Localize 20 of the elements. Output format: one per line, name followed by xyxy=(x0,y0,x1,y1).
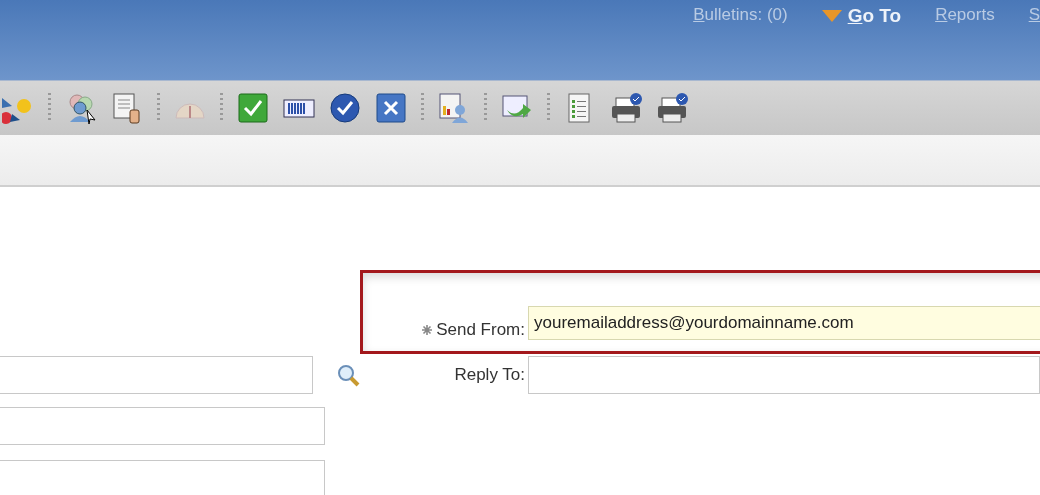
nav-link[interactable]: Reports xyxy=(935,5,995,25)
field-label: Reply To: xyxy=(453,365,526,385)
input-field[interactable] xyxy=(0,356,313,394)
check-circle-icon[interactable] xyxy=(329,92,361,124)
field-label-text: Send From: xyxy=(436,320,525,340)
input-field[interactable] xyxy=(0,407,325,445)
caret-icon xyxy=(821,10,842,22)
document-hand-icon[interactable] xyxy=(111,92,143,124)
nav-link[interactable]: S xyxy=(1028,5,1040,25)
close-icon[interactable] xyxy=(375,92,407,124)
printer-icon[interactable] xyxy=(610,92,642,124)
send-from-field[interactable]: youremailaddress@yourdomainname.com xyxy=(528,306,1040,340)
nav-link[interactable]: Bulletins: (0) xyxy=(693,5,788,25)
checkbox-icon[interactable] xyxy=(237,92,269,124)
input-field[interactable] xyxy=(0,460,325,495)
printer-icon[interactable] xyxy=(656,92,688,124)
report-user-icon[interactable] xyxy=(438,92,470,124)
reply-to-field[interactable] xyxy=(528,356,1040,394)
search-icon[interactable] xyxy=(336,363,360,387)
goto-menu[interactable]: Go To xyxy=(847,5,902,27)
